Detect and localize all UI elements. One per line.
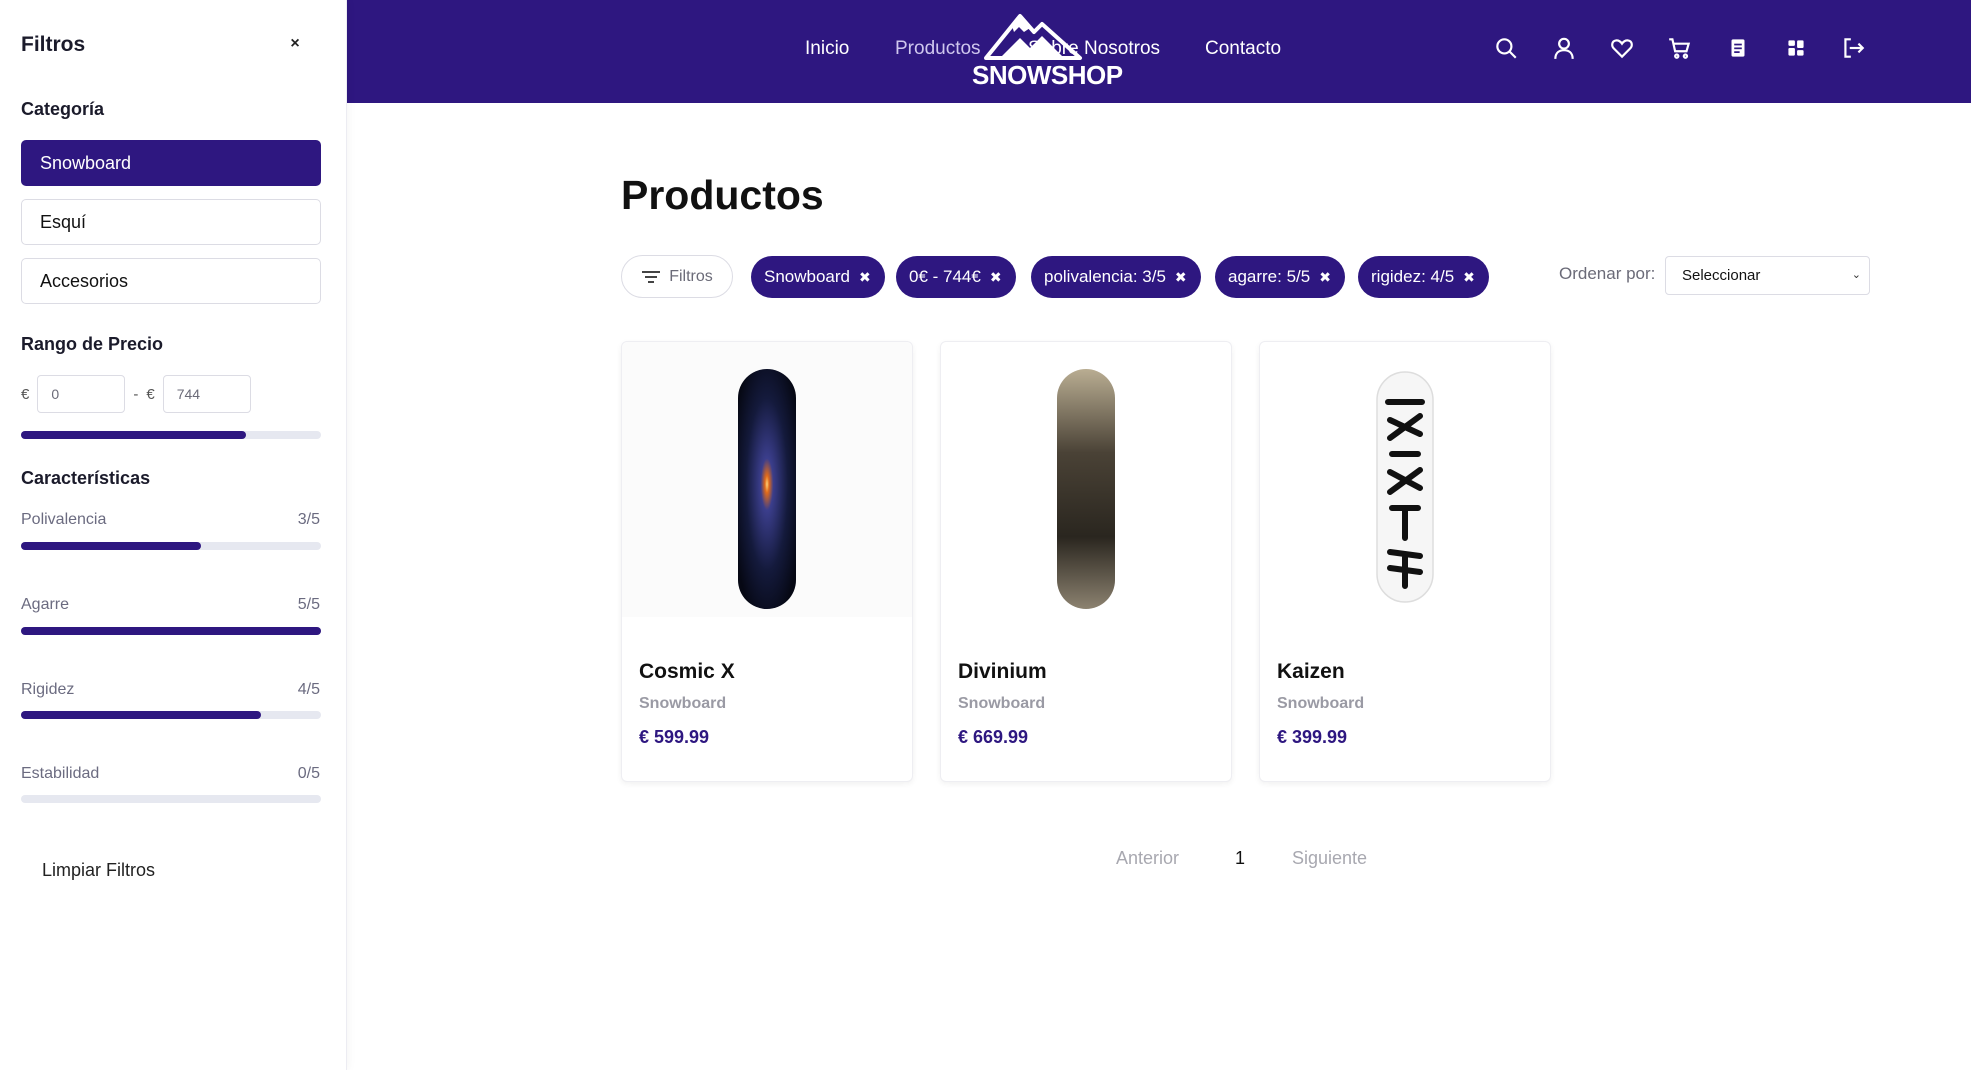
chip-label: agarre: 5/5 [1228, 267, 1311, 286]
active-filter-chip-category[interactable]: Snowboard ✖ [751, 256, 885, 298]
filters-toggle-label: Filtros [669, 267, 713, 285]
currency-symbol-min: € [21, 385, 30, 403]
filters-toggle-button[interactable]: Filtros [621, 255, 733, 298]
category-accesorios-button[interactable]: Accesorios [21, 258, 321, 304]
filters-sidebar: Filtros × Categoría Snowboard Esquí Acce… [0, 0, 347, 1070]
feature-label-rigidez: Rigidez [21, 681, 75, 698]
feature-slider-estabilidad[interactable] [21, 795, 321, 803]
active-filter-chip-price[interactable]: 0€ - 744€ ✖ [896, 256, 1016, 298]
product-image [1260, 342, 1550, 617]
product-price: € 669.99 [958, 727, 1029, 747]
product-card-cosmic-x[interactable]: Cosmic X Snowboard € 599.99 [621, 341, 913, 782]
pagination-current-page[interactable]: 1 [1235, 848, 1245, 869]
product-category: Snowboard [639, 695, 727, 712]
cart-icon[interactable] [1667, 35, 1693, 61]
price-range-heading: Rango de Precio [21, 334, 164, 354]
filter-lines-icon [642, 270, 661, 283]
dashboard-icon[interactable] [1783, 35, 1809, 61]
product-price: € 399.99 [1277, 727, 1348, 747]
pagination-prev-button[interactable]: Anterior [1116, 848, 1179, 869]
chip-label: 0€ - 744€ [909, 267, 981, 286]
feature-value-agarre: 5/5 [297, 596, 320, 613]
search-icon[interactable] [1493, 35, 1519, 61]
feature-value-polivalencia: 3/5 [297, 511, 320, 528]
chevron-down-icon: ⌄ [1851, 269, 1861, 281]
snowboard-cosmic-image [622, 342, 912, 617]
feature-label-polivalencia: Polivalencia [21, 511, 107, 528]
orders-icon[interactable] [1725, 35, 1751, 61]
active-filter-chip-rigidez[interactable]: rigidez: 4/5 ✖ [1358, 256, 1489, 298]
user-icon[interactable] [1551, 35, 1577, 61]
clear-filters-button[interactable]: Limpiar Filtros [42, 860, 155, 881]
close-sidebar-button[interactable]: × [285, 34, 305, 54]
nav-productos[interactable]: Productos [895, 38, 981, 60]
heart-icon[interactable] [1609, 35, 1635, 61]
feature-label-estabilidad: Estabilidad [21, 765, 100, 782]
snowboard-kaizen-image [1260, 342, 1550, 617]
chip-close-icon[interactable]: ✖ [990, 269, 1002, 286]
pagination-next-button[interactable]: Siguiente [1292, 848, 1367, 869]
feature-slider-agarre[interactable] [21, 627, 321, 635]
price-max-input[interactable]: 744 [162, 375, 251, 413]
product-name: Cosmic X [639, 660, 735, 683]
active-filter-chip-polivalencia[interactable]: polivalencia: 3/5 ✖ [1031, 256, 1201, 298]
features-heading: Características [21, 468, 151, 488]
product-category: Snowboard [1277, 695, 1365, 712]
category-esqui-button[interactable]: Esquí [21, 199, 321, 245]
sort-select[interactable]: Seleccionar ⌄ [1665, 256, 1870, 295]
product-card-divinium[interactable]: Divinium Snowboard € 669.99 [940, 341, 1232, 782]
chip-close-icon[interactable]: ✖ [859, 269, 871, 286]
product-card-kaizen[interactable]: Kaizen Snowboard € 399.99 [1259, 341, 1551, 782]
feature-slider-polivalencia[interactable] [21, 542, 321, 550]
nav-contacto[interactable]: Contacto [1205, 38, 1281, 60]
feature-fill-agarre [21, 627, 321, 635]
chip-label: Snowboard [764, 267, 851, 286]
product-image [941, 342, 1231, 617]
product-name: Kaizen [1277, 660, 1345, 683]
price-range-fill [21, 431, 246, 439]
product-name: Divinium [958, 660, 1047, 683]
chip-close-icon[interactable]: ✖ [1175, 269, 1187, 286]
chip-close-icon[interactable]: ✖ [1319, 269, 1331, 286]
price-range-row: € 0 - € 744 [21, 375, 259, 413]
feature-fill-polivalencia [21, 542, 201, 550]
feature-slider-rigidez[interactable] [21, 711, 321, 719]
product-price: € 599.99 [639, 727, 710, 747]
feature-label-agarre: Agarre [21, 596, 70, 613]
currency-symbol-max: € [146, 385, 155, 403]
feature-fill-rigidez [21, 711, 261, 719]
nav-sobre-nosotros[interactable]: Sobre Nosotros [1028, 38, 1160, 60]
sidebar-title: Filtros [21, 33, 86, 56]
chip-label: polivalencia: 3/5 [1044, 267, 1166, 286]
nav-inicio[interactable]: Inicio [805, 38, 849, 60]
active-filter-chip-agarre[interactable]: agarre: 5/5 ✖ [1215, 256, 1345, 298]
logo-text: SNOWSHOP [972, 60, 1123, 90]
feature-value-estabilidad: 0/5 [297, 765, 320, 782]
sort-select-value: Seleccionar [1682, 267, 1761, 284]
logout-icon[interactable] [1840, 35, 1866, 61]
sort-label: Ordenar por: [1559, 264, 1656, 283]
top-navbar: SNOWSHOP Inicio Productos Sobre Nosotros… [347, 0, 1971, 103]
snowboard-divinium-image [941, 342, 1231, 617]
page-title: Productos [621, 172, 824, 218]
category-heading: Categoría [21, 99, 105, 119]
product-category: Snowboard [958, 695, 1046, 712]
product-image [622, 342, 912, 617]
category-snowboard-button[interactable]: Snowboard [21, 140, 321, 186]
price-separator: - [133, 385, 139, 403]
chip-label: rigidez: 4/5 [1371, 267, 1455, 286]
chip-close-icon[interactable]: ✖ [1463, 269, 1475, 286]
price-range-slider[interactable] [21, 431, 321, 439]
price-min-input[interactable]: 0 [37, 375, 126, 413]
feature-value-rigidez: 4/5 [297, 681, 320, 698]
